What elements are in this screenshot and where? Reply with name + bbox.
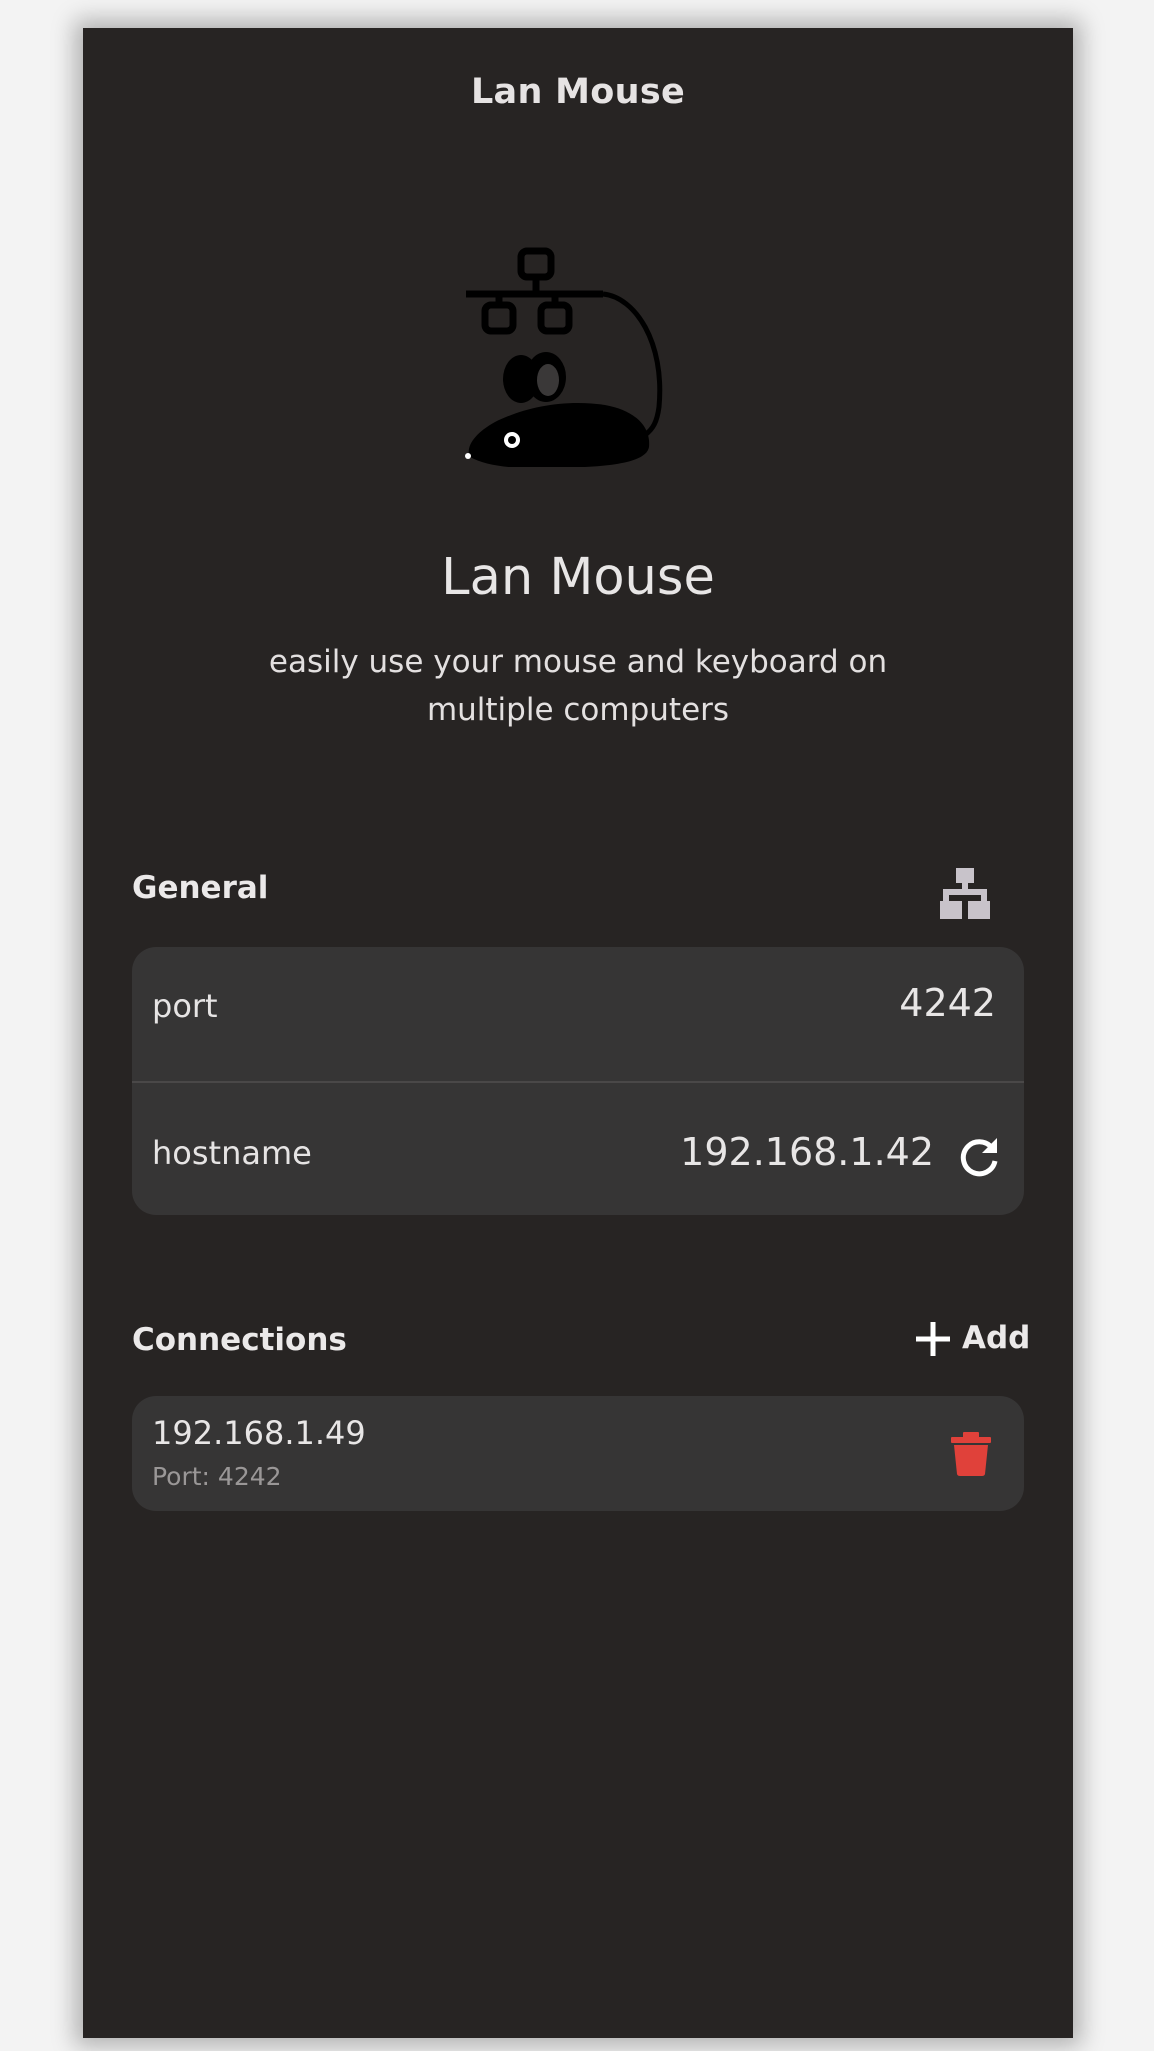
lan-mouse-logo-icon bbox=[465, 247, 663, 467]
hostname-row: hostname 192.168.1.42 bbox=[132, 1082, 1024, 1215]
app-name: Lan Mouse bbox=[441, 548, 715, 607]
app-tagline: easily use your mouse and keyboard on mu… bbox=[268, 644, 888, 728]
general-section-title: General bbox=[132, 870, 269, 906]
app-window: Lan Mouse Lan Mouse easily use your mous… bbox=[83, 28, 1073, 2038]
window-title: Lan Mouse bbox=[470, 72, 686, 112]
hostname-label: hostname bbox=[152, 1134, 312, 1172]
list-item[interactable]: 192.168.1.49 Port: 4242 bbox=[132, 1396, 1024, 1511]
connection-port: Port: 4242 bbox=[152, 1462, 282, 1491]
port-input[interactable] bbox=[696, 981, 996, 1025]
hostname-value: 192.168.1.42 bbox=[680, 1130, 934, 1174]
port-row: port bbox=[132, 947, 1024, 1081]
network-icon[interactable] bbox=[940, 866, 990, 920]
connections-section-title: Connections bbox=[132, 1322, 347, 1358]
add-connection-label: Add bbox=[962, 1320, 1031, 1356]
plus-icon bbox=[916, 1322, 950, 1356]
trash-icon[interactable] bbox=[950, 1431, 992, 1477]
connection-host: 192.168.1.49 bbox=[152, 1414, 366, 1452]
refresh-icon[interactable] bbox=[957, 1135, 1001, 1179]
add-connection-button[interactable]: Add bbox=[915, 1316, 1031, 1364]
general-settings-card: port hostname 192.168.1.42 bbox=[132, 947, 1024, 1215]
screen-backdrop: Lan Mouse Lan Mouse easily use your mous… bbox=[0, 0, 1154, 2051]
port-label: port bbox=[152, 987, 218, 1025]
